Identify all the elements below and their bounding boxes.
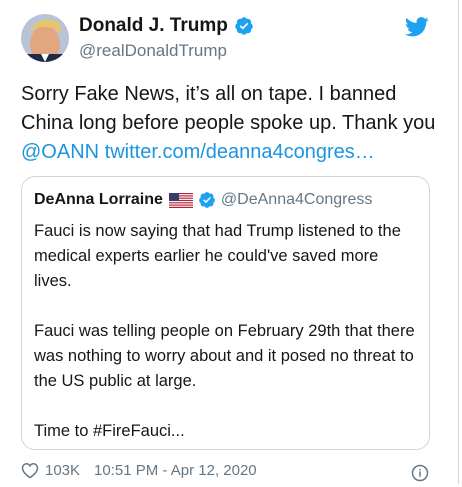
quoted-author-name: DeAnna Lorraine — [34, 191, 163, 208]
info-icon[interactable] — [411, 464, 429, 482]
tweet-text: Sorry Fake News, it’s all on tape. I ban… — [21, 80, 441, 167]
quoted-paragraph: Time to #FireFauci... — [34, 422, 185, 440]
tweet-body: Sorry Fake News, it’s all on tape. I ban… — [21, 83, 436, 134]
author-handle[interactable]: @realDonaldTrump — [79, 41, 227, 61]
quoted-url-link[interactable]: twitter.com/deanna4congres… — [105, 141, 375, 163]
tweet-card: Donald J. Trump @realDonaldTrump Sorry F… — [0, 0, 459, 484]
quoted-verified-badge-icon — [198, 191, 216, 209]
mention-link[interactable]: @OANN — [21, 141, 99, 163]
verified-badge-icon — [234, 16, 254, 36]
author-avatar[interactable] — [21, 14, 69, 62]
quoted-author-handle: @DeAnna4Congress — [220, 191, 373, 208]
quoted-tweet-text: Fauci is now saying that had Trump liste… — [34, 219, 419, 469]
quoted-tweet[interactable]: DeAnna Lorraine @DeAnna4Congress Fauci i… — [21, 176, 430, 450]
heart-icon[interactable] — [21, 462, 39, 479]
quoted-tweet-header: DeAnna Lorraine @DeAnna4Congress — [34, 191, 372, 209]
tweet-timestamp[interactable]: 10:51 PM - Apr 12, 2020 — [94, 462, 257, 479]
twitter-bird-icon[interactable] — [405, 16, 429, 38]
like-count[interactable]: 103K — [45, 462, 80, 479]
quoted-paragraph: Fauci was telling people on February 29t… — [34, 322, 415, 390]
us-flag-icon — [168, 192, 193, 208]
tweet-footer: 103K 10:51 PM - Apr 12, 2020 — [21, 462, 257, 479]
quoted-paragraph: Fauci is now saying that had Trump liste… — [34, 222, 401, 290]
author-name-row: Donald J. Trump — [79, 15, 254, 37]
author-name[interactable]: Donald J. Trump — [79, 15, 228, 37]
